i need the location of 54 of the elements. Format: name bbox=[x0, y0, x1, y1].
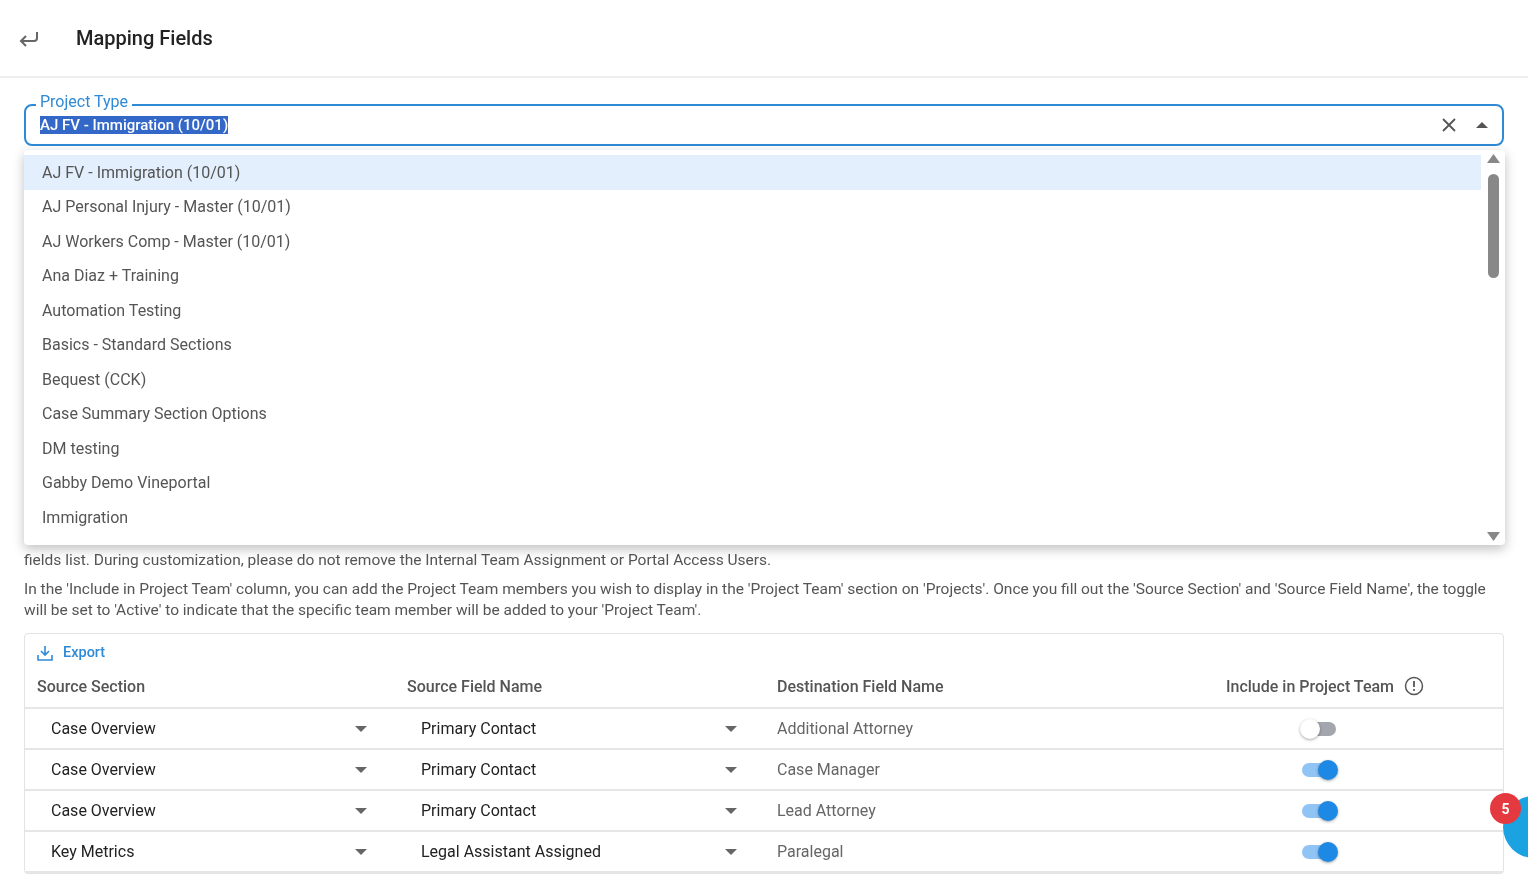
caret-down-icon bbox=[355, 725, 367, 732]
column-header: Include in Project Team bbox=[1225, 676, 1394, 696]
dropdown-option[interactable]: Case Summary Section Options bbox=[24, 396, 1481, 431]
dropdown-option[interactable]: Basics - Standard Sections bbox=[24, 327, 1481, 362]
toggle-switch[interactable] bbox=[1300, 759, 1338, 780]
scrollbar-thumb[interactable] bbox=[1488, 174, 1499, 278]
dropdown-option[interactable]: Gabby Demo Vineportal bbox=[24, 465, 1481, 500]
column-header: Source Section bbox=[36, 676, 147, 696]
caret-down-icon bbox=[355, 848, 367, 855]
back-icon[interactable] bbox=[18, 29, 40, 47]
caret-down-icon bbox=[725, 807, 737, 814]
clear-icon[interactable] bbox=[1442, 118, 1456, 132]
toggle-switch[interactable] bbox=[1300, 800, 1338, 821]
table-cell-text: Case Manager bbox=[776, 760, 881, 779]
source-section-select[interactable]: Case Overview bbox=[25, 750, 395, 789]
field-value: AJ FV - Immigration (10/01) bbox=[40, 116, 229, 134]
table-cell-text: Additional Attorney bbox=[776, 719, 914, 738]
source-field-select[interactable]: Primary Contact bbox=[395, 750, 765, 789]
dropdown-option[interactable]: Immigration bbox=[24, 500, 1481, 535]
info-paragraph: fields list. During customization, please do not remove the Internal Team Assignment or Portal Access Users. bbox=[24, 550, 773, 571]
info-paragraph: In the 'Include in Project Team' column, you can add the Project Team members you wish to display in the 'Project Team' section on 'Projects'. Once you fill out the 'Source Section' and 'Source Field Name', the toggle will be set to 'Active' to indicate that the specific team member will be added to your 'Project Team'. bbox=[24, 579, 1487, 621]
toggle-switch[interactable] bbox=[1300, 841, 1338, 862]
table-cell-text: Lead Attorney bbox=[776, 801, 877, 820]
caret-down-icon bbox=[725, 848, 737, 855]
caret-down-icon bbox=[725, 766, 737, 773]
column-header: Destination Field Name bbox=[776, 676, 945, 696]
dropdown-option[interactable]: Bequest (CCK) bbox=[24, 362, 1481, 397]
field-label: Project Type bbox=[36, 93, 133, 111]
caret-down-icon bbox=[355, 766, 367, 773]
source-section-select[interactable]: Case Overview bbox=[25, 709, 395, 748]
dropdown-option[interactable]: Automation Testing bbox=[24, 293, 1481, 328]
page-title: Mapping Fields bbox=[76, 26, 213, 50]
dropdown-option[interactable]: AJ FV - Immigration (10/01) bbox=[24, 155, 1481, 190]
toggle-switch[interactable] bbox=[1300, 718, 1338, 739]
export-button[interactable]: Export bbox=[25, 634, 118, 665]
scroll-down-icon[interactable] bbox=[1487, 532, 1500, 541]
source-section-select[interactable]: Key Metrics bbox=[25, 832, 395, 871]
caret-up-icon[interactable] bbox=[1476, 122, 1488, 128]
column-header: Source Field Name bbox=[406, 676, 544, 696]
dropdown-option[interactable]: AJ Personal Injury - Master (10/01) bbox=[24, 189, 1481, 224]
scroll-up-icon[interactable] bbox=[1487, 154, 1500, 163]
info-icon[interactable] bbox=[1404, 676, 1424, 696]
dropdown-option[interactable]: AJ Workers Comp - Master (10/01) bbox=[24, 224, 1481, 259]
dropdown-option[interactable]: Ana Diaz + Training bbox=[24, 258, 1481, 293]
source-field-select[interactable]: Primary Contact bbox=[395, 709, 765, 748]
caret-down-icon bbox=[725, 725, 737, 732]
table-cell-text: Paralegal bbox=[776, 842, 845, 861]
download-icon bbox=[37, 644, 53, 661]
source-field-select[interactable]: Legal Assistant Assigned bbox=[395, 832, 765, 871]
dropdown-option[interactable]: DM testing bbox=[24, 431, 1481, 466]
source-section-select[interactable]: Case Overview bbox=[25, 791, 395, 830]
caret-down-icon bbox=[355, 807, 367, 814]
notification-badge: 5 bbox=[1490, 793, 1521, 824]
source-field-select[interactable]: Primary Contact bbox=[395, 791, 765, 830]
